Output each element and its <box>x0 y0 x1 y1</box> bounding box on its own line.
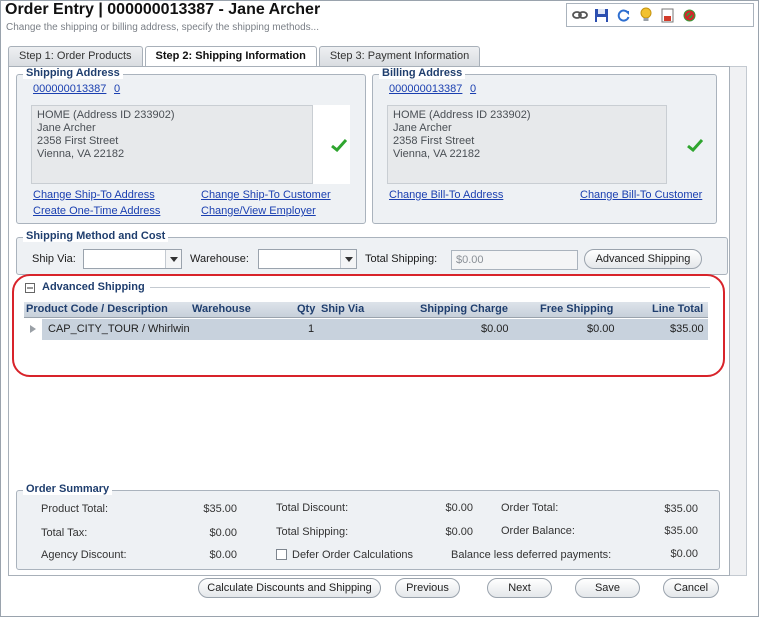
agency-discount-label: Agency Discount: <box>41 549 127 561</box>
advanced-shipping-title: Advanced Shipping <box>42 281 145 293</box>
row-expander[interactable] <box>24 319 42 340</box>
column-header-ship-via[interactable]: Ship Via <box>321 303 364 315</box>
order-total-label: Order Total: <box>501 502 559 514</box>
billing-address-suffix-link[interactable]: 0 <box>470 83 476 95</box>
vertical-scrollbar[interactable] <box>730 66 747 576</box>
total-shipping-label: Total Shipping: <box>365 253 438 265</box>
column-header-shipping-charge[interactable]: Shipping Charge <box>420 303 508 315</box>
chevron-down-icon[interactable] <box>340 250 356 268</box>
next-button[interactable]: Next <box>487 578 552 598</box>
report-icon[interactable] <box>659 7 676 24</box>
shipping-address-line: HOME (Address ID 233902) <box>37 109 175 121</box>
refresh-icon[interactable] <box>615 7 632 24</box>
balance-less-deferred-label: Balance less deferred payments: <box>451 549 612 561</box>
product-total-value: $35.00 <box>203 503 237 515</box>
defer-order-calculations-label[interactable]: Defer Order Calculations <box>292 549 413 561</box>
shipping-address-line: Jane Archer <box>37 122 96 134</box>
order-summary-title: Order Summary <box>23 483 113 495</box>
total-discount-value: $0.00 <box>445 502 473 514</box>
balance-less-deferred-value: $0.00 <box>670 548 698 560</box>
order-total-value: $35.00 <box>664 503 698 515</box>
step-tabs: Step 1: Order Products Step 2: Shipping … <box>8 46 481 67</box>
ship-via-label: Ship Via: <box>32 253 76 265</box>
billing-address-line: 2358 First Street <box>393 135 475 147</box>
column-header-warehouse[interactable]: Warehouse <box>192 303 251 315</box>
order-balance-value: $35.00 <box>664 525 698 537</box>
summary-total-shipping-label: Total Shipping: <box>276 526 349 538</box>
column-header-qty[interactable]: Qty <box>297 303 315 315</box>
cancel-button[interactable]: Cancel <box>663 578 719 598</box>
change-view-employer-link[interactable]: Change/View Employer <box>201 205 316 217</box>
cancel-order-icon[interactable] <box>681 7 698 24</box>
advanced-shipping-button[interactable]: Advanced Shipping <box>584 249 702 269</box>
billing-customer-id-link[interactable]: 000000013387 <box>389 83 462 95</box>
shipping-address-line: Vienna, VA 22182 <box>37 148 125 160</box>
advanced-shipping-grid-header: Product Code / Description Warehouse Qty… <box>24 302 708 318</box>
table-row[interactable]: CAP_CITY_TOUR / Whirlwin 1 $0.00 $0.00 $… <box>24 319 708 340</box>
chevron-down-icon[interactable] <box>165 250 181 268</box>
shipping-address-box: HOME (Address ID 233902) Jane Archer 235… <box>31 105 313 184</box>
page-title: Order Entry | 000000013387 - Jane Archer <box>5 1 321 18</box>
billing-address-verified-icon <box>687 138 703 152</box>
total-shipping-field: $0.00 <box>451 250 578 270</box>
save-icon[interactable] <box>593 7 610 24</box>
warehouse-label: Warehouse: <box>190 253 249 265</box>
cell-qty: 1 <box>308 323 315 335</box>
shipping-address-verified-icon <box>331 138 347 152</box>
total-tax-value: $0.00 <box>209 527 237 539</box>
billing-address-line: Vienna, VA 22182 <box>393 148 481 160</box>
cell-free-shipping: $0.00 <box>587 323 615 335</box>
total-discount-label: Total Discount: <box>276 502 349 514</box>
defer-order-calculations-checkbox[interactable] <box>276 549 287 560</box>
warehouse-select[interactable] <box>258 249 357 269</box>
shipping-method-title: Shipping Method and Cost <box>23 230 169 242</box>
tab-order-products[interactable]: Step 1: Order Products <box>8 46 143 66</box>
shipping-customer-id-link[interactable]: 000000013387 <box>33 83 106 95</box>
cell-line-total: $35.00 <box>670 323 704 335</box>
tab-shipping-information[interactable]: Step 2: Shipping Information <box>144 46 317 67</box>
cell-shipping-charge: $0.00 <box>481 323 509 335</box>
agency-discount-value: $0.00 <box>209 549 237 561</box>
summary-total-shipping-value: $0.00 <box>445 526 473 538</box>
column-header-free-shipping[interactable]: Free Shipping <box>540 303 613 315</box>
change-ship-to-customer-link[interactable]: Change Ship-To Customer <box>201 189 331 201</box>
total-tax-label: Total Tax: <box>41 527 88 539</box>
collapse-icon[interactable] <box>25 283 35 293</box>
lightbulb-icon[interactable] <box>637 7 654 24</box>
product-total-label: Product Total: <box>41 503 109 515</box>
toolbar <box>566 3 754 27</box>
billing-address-line: HOME (Address ID 233902) <box>393 109 531 121</box>
advanced-shipping-divider <box>150 287 710 288</box>
column-header-line-total[interactable]: Line Total <box>652 303 703 315</box>
change-ship-to-address-link[interactable]: Change Ship-To Address <box>33 189 155 201</box>
billing-address-box: HOME (Address ID 233902) Jane Archer 235… <box>387 105 667 184</box>
change-bill-to-customer-link[interactable]: Change Bill-To Customer <box>580 189 702 201</box>
previous-button[interactable]: Previous <box>395 578 460 598</box>
link-icon[interactable] <box>571 7 588 24</box>
cell-product: CAP_CITY_TOUR / Whirlwin <box>48 323 190 335</box>
order-balance-label: Order Balance: <box>501 525 575 537</box>
create-one-time-address-link[interactable]: Create One-Time Address <box>33 205 160 217</box>
calculate-discounts-button[interactable]: Calculate Discounts and Shipping <box>198 578 381 598</box>
shipping-address-title: Shipping Address <box>23 67 123 79</box>
column-header-product[interactable]: Product Code / Description <box>26 303 168 315</box>
page-subtitle: Change the shipping or billing address, … <box>6 22 319 33</box>
save-button[interactable]: Save <box>575 578 640 598</box>
shipping-address-suffix-link[interactable]: 0 <box>114 83 120 95</box>
expand-arrow-icon[interactable] <box>30 325 36 333</box>
shipping-address-line: 2358 First Street <box>37 135 119 147</box>
tab-payment-information[interactable]: Step 3: Payment Information <box>318 46 481 66</box>
billing-address-line: Jane Archer <box>393 122 452 134</box>
ship-via-select[interactable] <box>83 249 182 269</box>
change-bill-to-address-link[interactable]: Change Bill-To Address <box>389 189 503 201</box>
billing-address-title: Billing Address <box>379 67 466 79</box>
